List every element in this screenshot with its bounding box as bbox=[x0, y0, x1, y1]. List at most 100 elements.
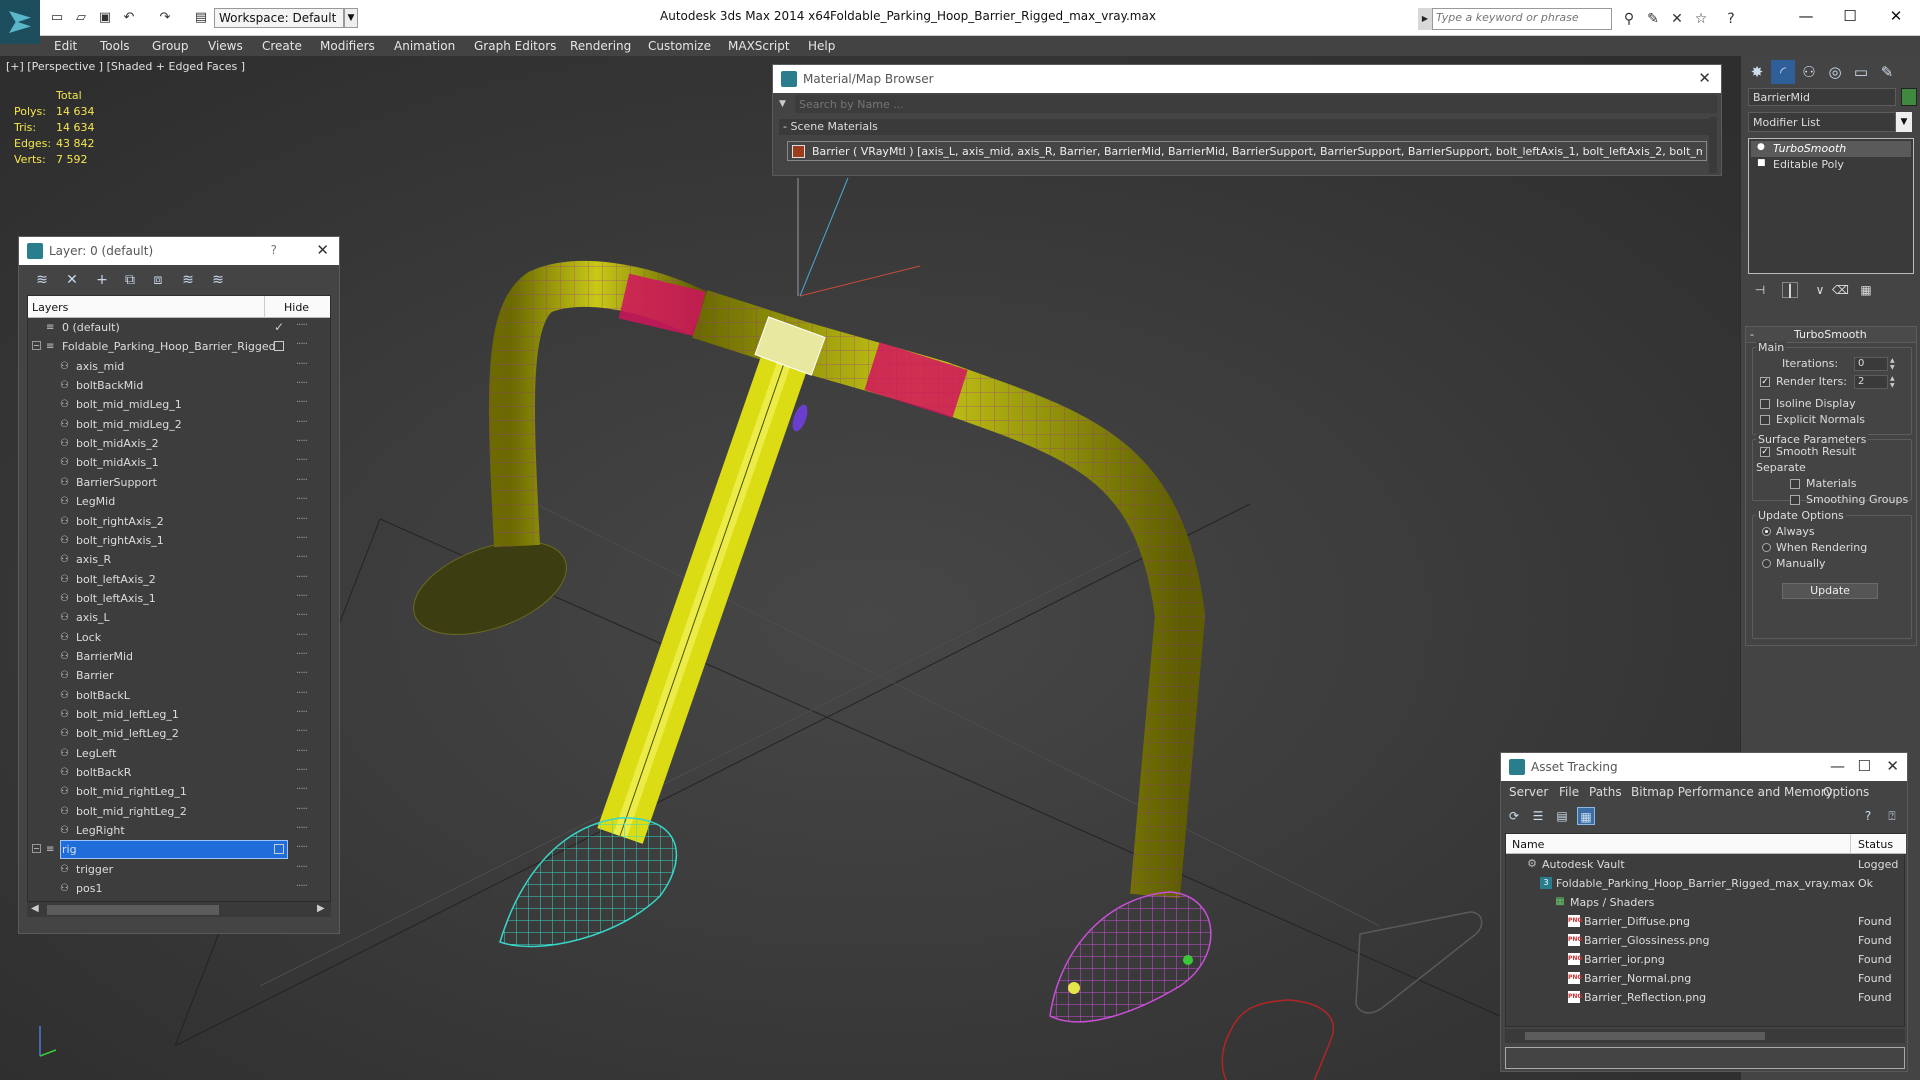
explicit-normals-checkbox[interactable] bbox=[1760, 415, 1770, 425]
hide-toggle[interactable]: ····· bbox=[296, 572, 308, 583]
layer-panel-titlebar[interactable]: Layer: 0 (default) ? ✕ bbox=[19, 237, 339, 265]
hide-toggle[interactable]: ····· bbox=[296, 746, 308, 757]
layer-row[interactable]: ⚇ bolt_mid_rightLeg_1 ····· bbox=[28, 782, 318, 801]
help-icon[interactable]: ? bbox=[1859, 807, 1877, 825]
hide-toggle[interactable]: ····· bbox=[296, 417, 308, 428]
search-options-icon[interactable]: ▼ bbox=[779, 99, 786, 109]
layer-row[interactable]: ⚇ bolt_midAxis_2 ····· bbox=[28, 434, 318, 453]
asset-menu-bitmap-performance[interactable]: Bitmap Performance and Memory bbox=[1631, 785, 1833, 799]
menu-create[interactable]: Create bbox=[262, 39, 302, 53]
menu-graph-editors[interactable]: Graph Editors bbox=[474, 39, 556, 53]
hide-toggle[interactable]: ····· bbox=[296, 378, 308, 389]
hide-toggle[interactable]: ····· bbox=[296, 726, 308, 737]
menu-rendering[interactable]: Rendering bbox=[570, 39, 631, 53]
layer-row[interactable]: ⚇ bolt_mid_midLeg_2 ····· bbox=[28, 415, 318, 434]
scroll-right-icon[interactable]: ▶ bbox=[317, 903, 325, 914]
smooth-result-checkbox[interactable]: ✓ bbox=[1760, 447, 1770, 457]
minimize-icon[interactable]: — bbox=[1786, 4, 1826, 28]
layer-row[interactable]: ⚇ boltBackL ····· bbox=[28, 686, 318, 705]
object-color-swatch[interactable] bbox=[1901, 88, 1917, 106]
chevron-down-icon[interactable]: ▼ bbox=[1896, 112, 1912, 132]
layer-row[interactable]: ⚇ pos1 ····· bbox=[28, 879, 318, 898]
hide-toggle[interactable]: ····· bbox=[296, 765, 308, 776]
hierarchy-tab-icon[interactable]: ⚇ bbox=[1797, 60, 1821, 84]
layer-row[interactable]: ⚇ BarrierMid ····· bbox=[28, 647, 318, 666]
stack-item-turbosmooth[interactable]: ● TurboSmooth bbox=[1751, 141, 1911, 157]
hide-toggle[interactable]: ····· bbox=[296, 552, 308, 563]
hide-toggle[interactable]: ····· bbox=[296, 842, 308, 853]
keyword-search-input[interactable] bbox=[1436, 11, 1606, 24]
minimize-icon[interactable]: — bbox=[1830, 757, 1845, 775]
when-rendering-radio[interactable] bbox=[1762, 543, 1771, 552]
asset-menu-file[interactable]: File bbox=[1559, 785, 1579, 799]
asset-row[interactable]: 3 Foldable_Parking_Hoop_Barrier_Rigged_ma… bbox=[1506, 874, 1906, 893]
scroll-left-icon[interactable]: ◀ bbox=[31, 903, 39, 914]
layers-column-header[interactable]: Layers bbox=[32, 301, 68, 314]
thumbnail-view-icon[interactable]: ▤ bbox=[1553, 807, 1571, 825]
menu-customize[interactable]: Customize bbox=[648, 39, 711, 53]
layer-row[interactable]: ⚇ bolt_leftAxis_2 ····· bbox=[28, 570, 318, 589]
menu-help[interactable]: Help bbox=[808, 39, 835, 53]
hide-toggle[interactable]: ····· bbox=[296, 688, 308, 699]
asset-row[interactable]: ⚙ Autodesk Vault Logged bbox=[1506, 855, 1906, 874]
remove-modifier-icon[interactable]: ⌫ bbox=[1832, 282, 1849, 298]
layer-row[interactable]: ⚇ boltBackMid ····· bbox=[28, 376, 318, 395]
maximize-icon[interactable]: ☐ bbox=[1858, 757, 1871, 775]
modifier-list-dropdown[interactable]: Modifier List bbox=[1748, 112, 1896, 132]
viewport-label[interactable]: [+] [Perspective ] [Shaded + Edged Faces… bbox=[6, 60, 245, 73]
scroll-thumb[interactable] bbox=[1525, 1032, 1765, 1040]
menu-tools[interactable]: Tools bbox=[100, 39, 130, 53]
layer-row[interactable]: ⚇ Lock ····· bbox=[28, 628, 318, 647]
layer-row[interactable]: ⚇ bolt_rightAxis_2 ····· bbox=[28, 512, 318, 531]
app-logo-icon[interactable] bbox=[0, 0, 40, 44]
layer-row[interactable]: ⚇ bolt_mid_leftLeg_1 ····· bbox=[28, 705, 318, 724]
set-current-layer-box[interactable] bbox=[274, 341, 284, 352]
asset-row[interactable]: PNG Barrier_ior.png Found bbox=[1506, 950, 1906, 969]
configure-sets-icon[interactable]: ▦ bbox=[1858, 282, 1874, 298]
hide-toggle[interactable]: ····· bbox=[296, 397, 308, 408]
open-file-icon[interactable]: ▱ bbox=[72, 10, 90, 26]
layer-row[interactable]: ⚇ LegMid ····· bbox=[28, 492, 318, 511]
show-end-result-icon[interactable]: ┃ bbox=[1782, 282, 1798, 298]
hide-all-layers-icon[interactable]: ≋ bbox=[179, 271, 197, 289]
material-entry[interactable]: Barrier ( VRayMtl ) [axis_L, axis_mid, a… bbox=[787, 141, 1707, 161]
favorites-star-icon[interactable]: ☆ bbox=[1692, 10, 1710, 28]
render-iters-checkbox[interactable]: ✓ bbox=[1760, 377, 1770, 387]
close-icon[interactable]: ✕ bbox=[1876, 4, 1916, 28]
chevron-down-icon[interactable]: ▼ bbox=[344, 8, 358, 28]
layer-row[interactable]: ⚇ axis_mid ····· bbox=[28, 357, 318, 376]
separate-materials-checkbox[interactable] bbox=[1790, 479, 1800, 489]
iterations-spinner[interactable]: 0 bbox=[1854, 357, 1888, 371]
isoline-display-checkbox[interactable] bbox=[1760, 399, 1770, 409]
table-view-icon[interactable]: ▦ bbox=[1577, 807, 1595, 825]
hide-toggle[interactable]: ····· bbox=[296, 707, 308, 718]
refresh-icon[interactable]: ⟳ bbox=[1505, 807, 1523, 825]
hide-toggle[interactable]: ····· bbox=[296, 804, 308, 815]
layer-row[interactable]: ⚇ bolt_midAxis_1 ····· bbox=[28, 453, 318, 472]
hide-toggle[interactable]: ····· bbox=[296, 533, 308, 544]
hide-toggle[interactable]: ····· bbox=[296, 630, 308, 641]
utilities-tab-icon[interactable]: ✎ bbox=[1875, 60, 1899, 84]
help-icon[interactable]: ? bbox=[1722, 10, 1740, 28]
hide-toggle[interactable]: ····· bbox=[296, 494, 308, 505]
hide-toggle[interactable]: ····· bbox=[296, 339, 308, 350]
list-view-icon[interactable]: ☰ bbox=[1529, 807, 1547, 825]
hide-toggle[interactable]: ····· bbox=[296, 881, 308, 892]
hide-toggle[interactable]: ····· bbox=[296, 649, 308, 660]
hide-toggle[interactable]: ····· bbox=[296, 514, 308, 525]
menu-maxscript[interactable]: MAXScript bbox=[728, 39, 790, 53]
layer-row[interactable]: ⚇ LegRight ····· bbox=[28, 821, 318, 840]
asset-menu-paths[interactable]: Paths bbox=[1589, 785, 1622, 799]
layer-row[interactable]: ⚇ bolt_mid_rightLeg_2 ····· bbox=[28, 802, 318, 821]
layer-row[interactable]: ⚇ bolt_mid_midLeg_1 ····· bbox=[28, 395, 318, 414]
new-file-icon[interactable]: ▭ bbox=[48, 10, 66, 26]
menu-animation[interactable]: Animation bbox=[394, 39, 455, 53]
add-to-layer-icon[interactable]: + bbox=[93, 271, 111, 289]
update-button[interactable]: Update bbox=[1782, 583, 1878, 599]
current-layer-check-icon[interactable]: ✓ bbox=[274, 320, 284, 334]
hide-toggle[interactable]: ····· bbox=[296, 359, 308, 370]
hide-toggle[interactable]: ····· bbox=[296, 320, 308, 331]
save-file-icon[interactable]: ▣ bbox=[96, 10, 114, 26]
hide-toggle[interactable]: ····· bbox=[296, 475, 308, 486]
asset-row[interactable]: PNG Barrier_Normal.png Found bbox=[1506, 969, 1906, 988]
